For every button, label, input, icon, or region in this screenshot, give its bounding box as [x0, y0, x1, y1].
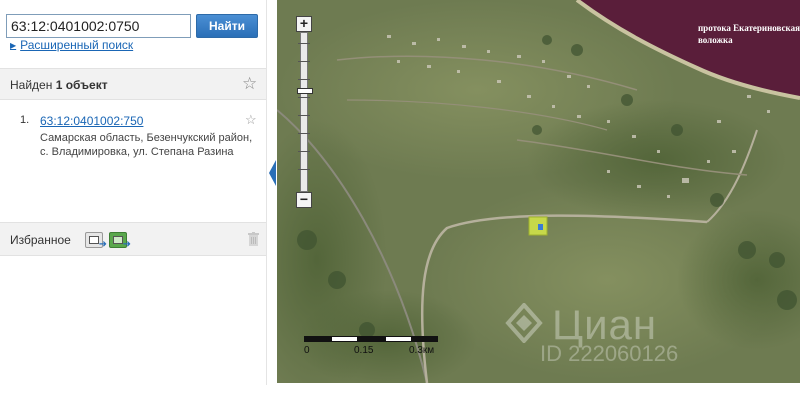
search-bar: Найти [6, 14, 262, 40]
favorites-label: Избранное [10, 233, 71, 247]
scale-label: 0.15 [354, 345, 374, 356]
search-input[interactable] [6, 14, 191, 38]
results-header: Найден 1 объект ☆ [0, 68, 266, 100]
zoom-tick [298, 151, 310, 152]
star-icon[interactable]: ☆ [245, 112, 257, 128]
watermark: Циан ID 222060126 [504, 285, 704, 375]
zoom-tick [298, 169, 310, 170]
chevron-left-icon[interactable] [269, 160, 276, 186]
result-number: 1. [20, 114, 30, 126]
river-label-line2: воложка [698, 35, 733, 45]
scale-segment [304, 336, 331, 342]
scale-label: 0 [304, 345, 310, 356]
satellite-map[interactable]: протока Екатериновская воложка + − 0 0.1… [277, 0, 800, 383]
scale-segment [412, 336, 438, 342]
scale-segment [358, 336, 385, 342]
results-title: Найден 1 объект [10, 78, 108, 92]
scale-segment [385, 336, 412, 342]
results-title-prefix: Найден [10, 78, 53, 92]
results-count: 1 объект [55, 78, 108, 92]
triangle-right-icon: ▶ [10, 40, 17, 50]
search-button[interactable]: Найти [196, 14, 258, 38]
advanced-search-link[interactable]: ▶ Расширенный поиск [10, 38, 133, 52]
advanced-search-label: Расширенный поиск [20, 38, 134, 52]
favorites-bar: Избранное ➜ ➜ [0, 222, 266, 256]
trash-icon[interactable] [248, 232, 259, 246]
scale-segment [331, 336, 358, 342]
zoom-handle[interactable] [297, 88, 313, 94]
left-panel: Найти ▶ Расширенный поиск Найден 1 объек… [0, 0, 266, 401]
watermark-id: ID 222060126 [540, 341, 679, 366]
zoom-tick [298, 79, 310, 80]
watermark-logo-icon [505, 303, 543, 343]
result-cadastral-link[interactable]: 63:12:0401002:750 [40, 114, 143, 128]
river-label: протока Екатериновская воложка [698, 22, 800, 46]
zoom-tick [298, 97, 310, 98]
zoom-tick [298, 115, 310, 116]
excel-icon[interactable]: ➜ [109, 232, 131, 250]
export-icon[interactable]: ➜ [85, 232, 107, 250]
star-icon[interactable]: ☆ [242, 74, 257, 94]
zoom-tick [298, 133, 310, 134]
scale-label: 0.3км [409, 345, 435, 356]
zoom-in-button[interactable]: + [296, 16, 312, 32]
result-address: Самарская область, Безенчукский район, с… [40, 132, 253, 158]
result-item: 1. 63:12:0401002:750 ☆ Самарская область… [0, 110, 266, 170]
zoom-track[interactable] [297, 32, 313, 192]
zoom-tick [298, 43, 310, 44]
zoom-slider[interactable]: + − [296, 16, 314, 210]
river-label-line1: протока Екатериновская [698, 23, 800, 33]
zoom-tick [298, 61, 310, 62]
scale-bar: 0 0.15 0.3км [304, 336, 464, 360]
panel-collapse-toggle[interactable] [266, 0, 277, 385]
zoom-out-button[interactable]: − [296, 192, 312, 208]
